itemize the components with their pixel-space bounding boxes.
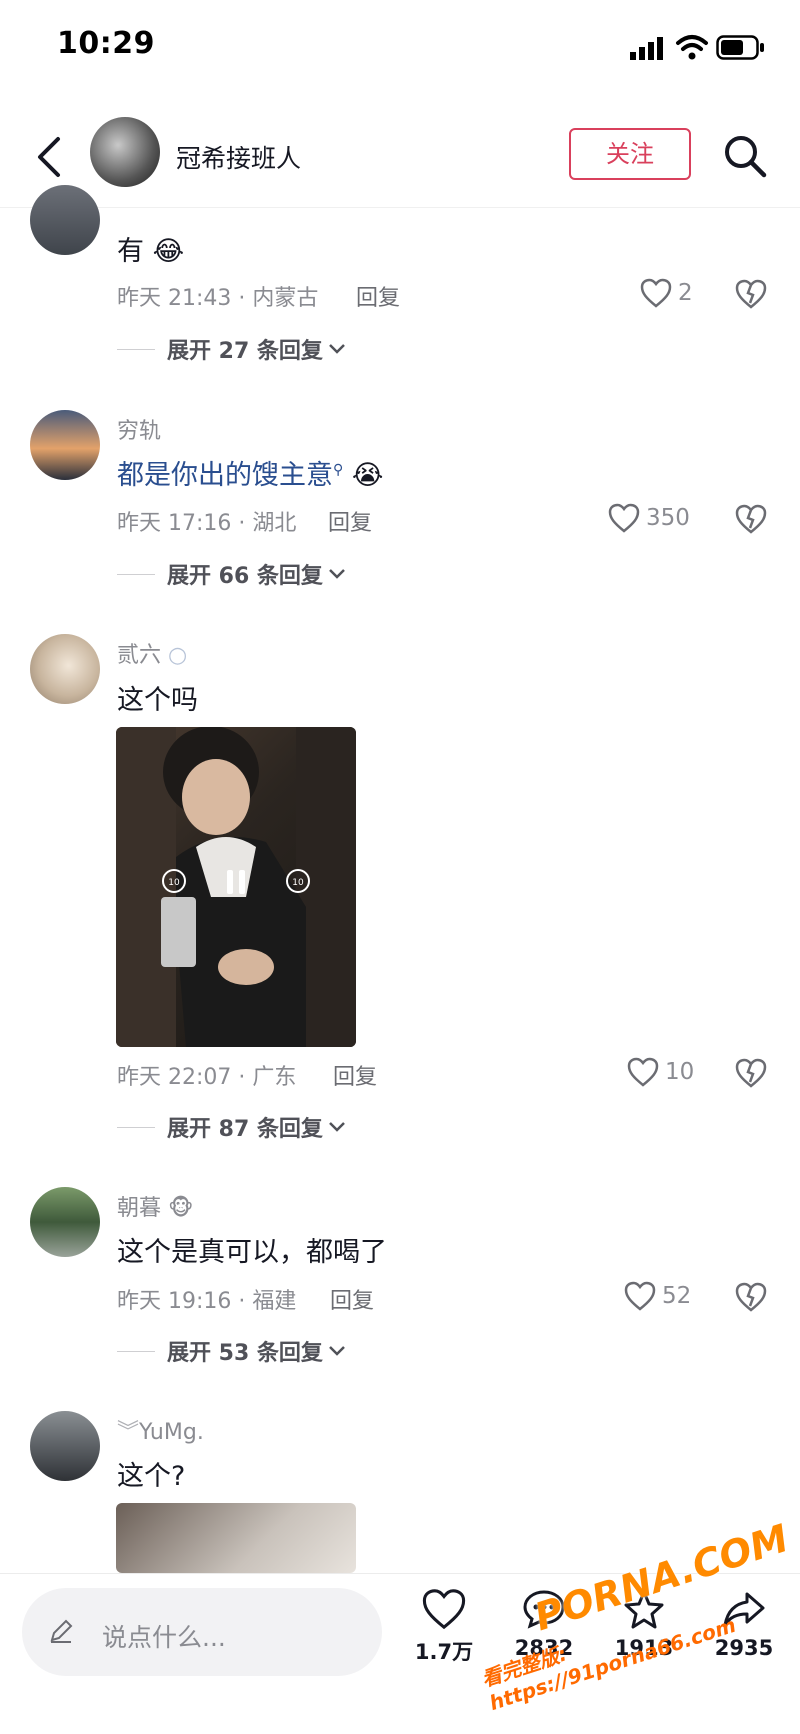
chevron-down-icon xyxy=(329,569,345,579)
comment-username[interactable]: 贰六 ○ xyxy=(117,637,187,669)
dislike-icon[interactable] xyxy=(735,1282,767,1312)
comment-input[interactable]: 说点什么... xyxy=(22,1588,382,1676)
heart-icon xyxy=(422,1589,466,1630)
chevron-decoration-icon: ︾ xyxy=(117,1420,140,1445)
top-header: 冠希接班人 关注 xyxy=(0,105,800,208)
back-arrow-icon[interactable] xyxy=(30,133,70,181)
chevron-down-icon xyxy=(329,1346,345,1356)
wifi-icon xyxy=(676,35,708,60)
like-count: 10 xyxy=(665,1059,695,1085)
laugh-emoji: 😂 xyxy=(152,236,185,267)
comment-avatar[interactable] xyxy=(30,1411,100,1481)
monkey-emoji: 🐵 xyxy=(168,1196,194,1221)
bubble-icon: ○ xyxy=(161,643,188,668)
reply-button[interactable]: 回复 xyxy=(356,280,400,312)
expand-replies[interactable]: 展开 87 条回复 xyxy=(117,1111,347,1143)
signal-icon xyxy=(630,37,663,60)
like-button[interactable]: 2 xyxy=(640,278,693,308)
chevron-down-icon xyxy=(329,1122,345,1132)
forward-10-icon[interactable]: 10 xyxy=(284,867,312,895)
comment-video-thumbnail[interactable]: 10 10 xyxy=(116,727,356,1047)
expand-replies[interactable]: 展开 66 条回复 xyxy=(117,558,347,590)
rewind-10-icon[interactable]: 10 xyxy=(160,867,188,895)
comment-avatar[interactable] xyxy=(30,410,100,480)
comment-input-placeholder: 说点什么... xyxy=(102,1623,226,1652)
svg-text:10: 10 xyxy=(292,878,304,888)
comment-content: 这个吗 xyxy=(117,685,198,716)
author-avatar[interactable] xyxy=(90,117,160,187)
cry-emoji: 😭 xyxy=(351,460,384,491)
search-link-text: 都是你出的馊主意 xyxy=(117,460,333,491)
comment-username[interactable]: ︾YuMg. xyxy=(117,1414,204,1446)
heart-icon xyxy=(627,1057,659,1087)
comment-content: 都是你出的馊主意⚲ 😭 xyxy=(117,453,383,492)
dislike-icon[interactable] xyxy=(735,1058,767,1088)
svg-text:10: 10 xyxy=(168,878,180,888)
pencil-icon xyxy=(50,1619,73,1643)
like-button[interactable]: 350 xyxy=(608,503,690,533)
like-count: 350 xyxy=(646,505,690,531)
comment-username[interactable]: 朝暮 🐵 xyxy=(117,1190,193,1222)
reply-button[interactable]: 回复 xyxy=(333,1059,377,1091)
search-icon[interactable] xyxy=(722,133,768,179)
comment-video-thumbnail[interactable] xyxy=(116,1503,356,1573)
pause-icon[interactable] xyxy=(222,867,250,897)
follow-button[interactable]: 关注 xyxy=(569,128,691,180)
dislike-icon[interactable] xyxy=(735,279,767,309)
expand-replies[interactable]: 展开 27 条回复 xyxy=(117,333,347,365)
heart-icon xyxy=(640,278,672,308)
comment-content: 这个是真可以，都喝了 xyxy=(117,1237,387,1268)
dislike-icon[interactable] xyxy=(735,504,767,534)
like-count: 2 xyxy=(678,280,693,306)
expand-replies[interactable]: 展开 53 条回复 xyxy=(117,1335,347,1367)
comment-meta: 昨天 22:07 · 广东 xyxy=(117,1065,297,1090)
reply-button[interactable]: 回复 xyxy=(330,1283,374,1315)
heart-icon xyxy=(608,503,640,533)
comment-meta: 昨天 19:16 · 福建 xyxy=(117,1289,297,1314)
reply-button[interactable]: 回复 xyxy=(328,505,372,537)
chevron-down-icon xyxy=(329,344,345,354)
search-icon: ⚲ xyxy=(333,462,344,478)
like-button[interactable]: 10 xyxy=(627,1057,694,1087)
comment-avatar[interactable] xyxy=(30,1187,100,1257)
comment-meta: 昨天 21:43 · 内蒙古 xyxy=(117,286,319,311)
like-button[interactable]: 52 xyxy=(624,1281,691,1311)
status-time: 10:29 xyxy=(57,26,155,61)
like-count: 52 xyxy=(662,1283,692,1309)
comment-content: 这个? xyxy=(117,1461,186,1492)
comment-avatar[interactable] xyxy=(30,634,100,704)
heart-icon xyxy=(624,1281,656,1311)
author-name[interactable]: 冠希接班人 xyxy=(176,139,301,175)
comment-username[interactable]: 穷轨 xyxy=(117,413,161,445)
battery-icon xyxy=(716,35,764,60)
comment-content: 有 😂 xyxy=(117,236,185,267)
comment-avatar[interactable] xyxy=(30,185,100,255)
comment-meta: 昨天 17:16 · 湖北 xyxy=(117,511,297,536)
